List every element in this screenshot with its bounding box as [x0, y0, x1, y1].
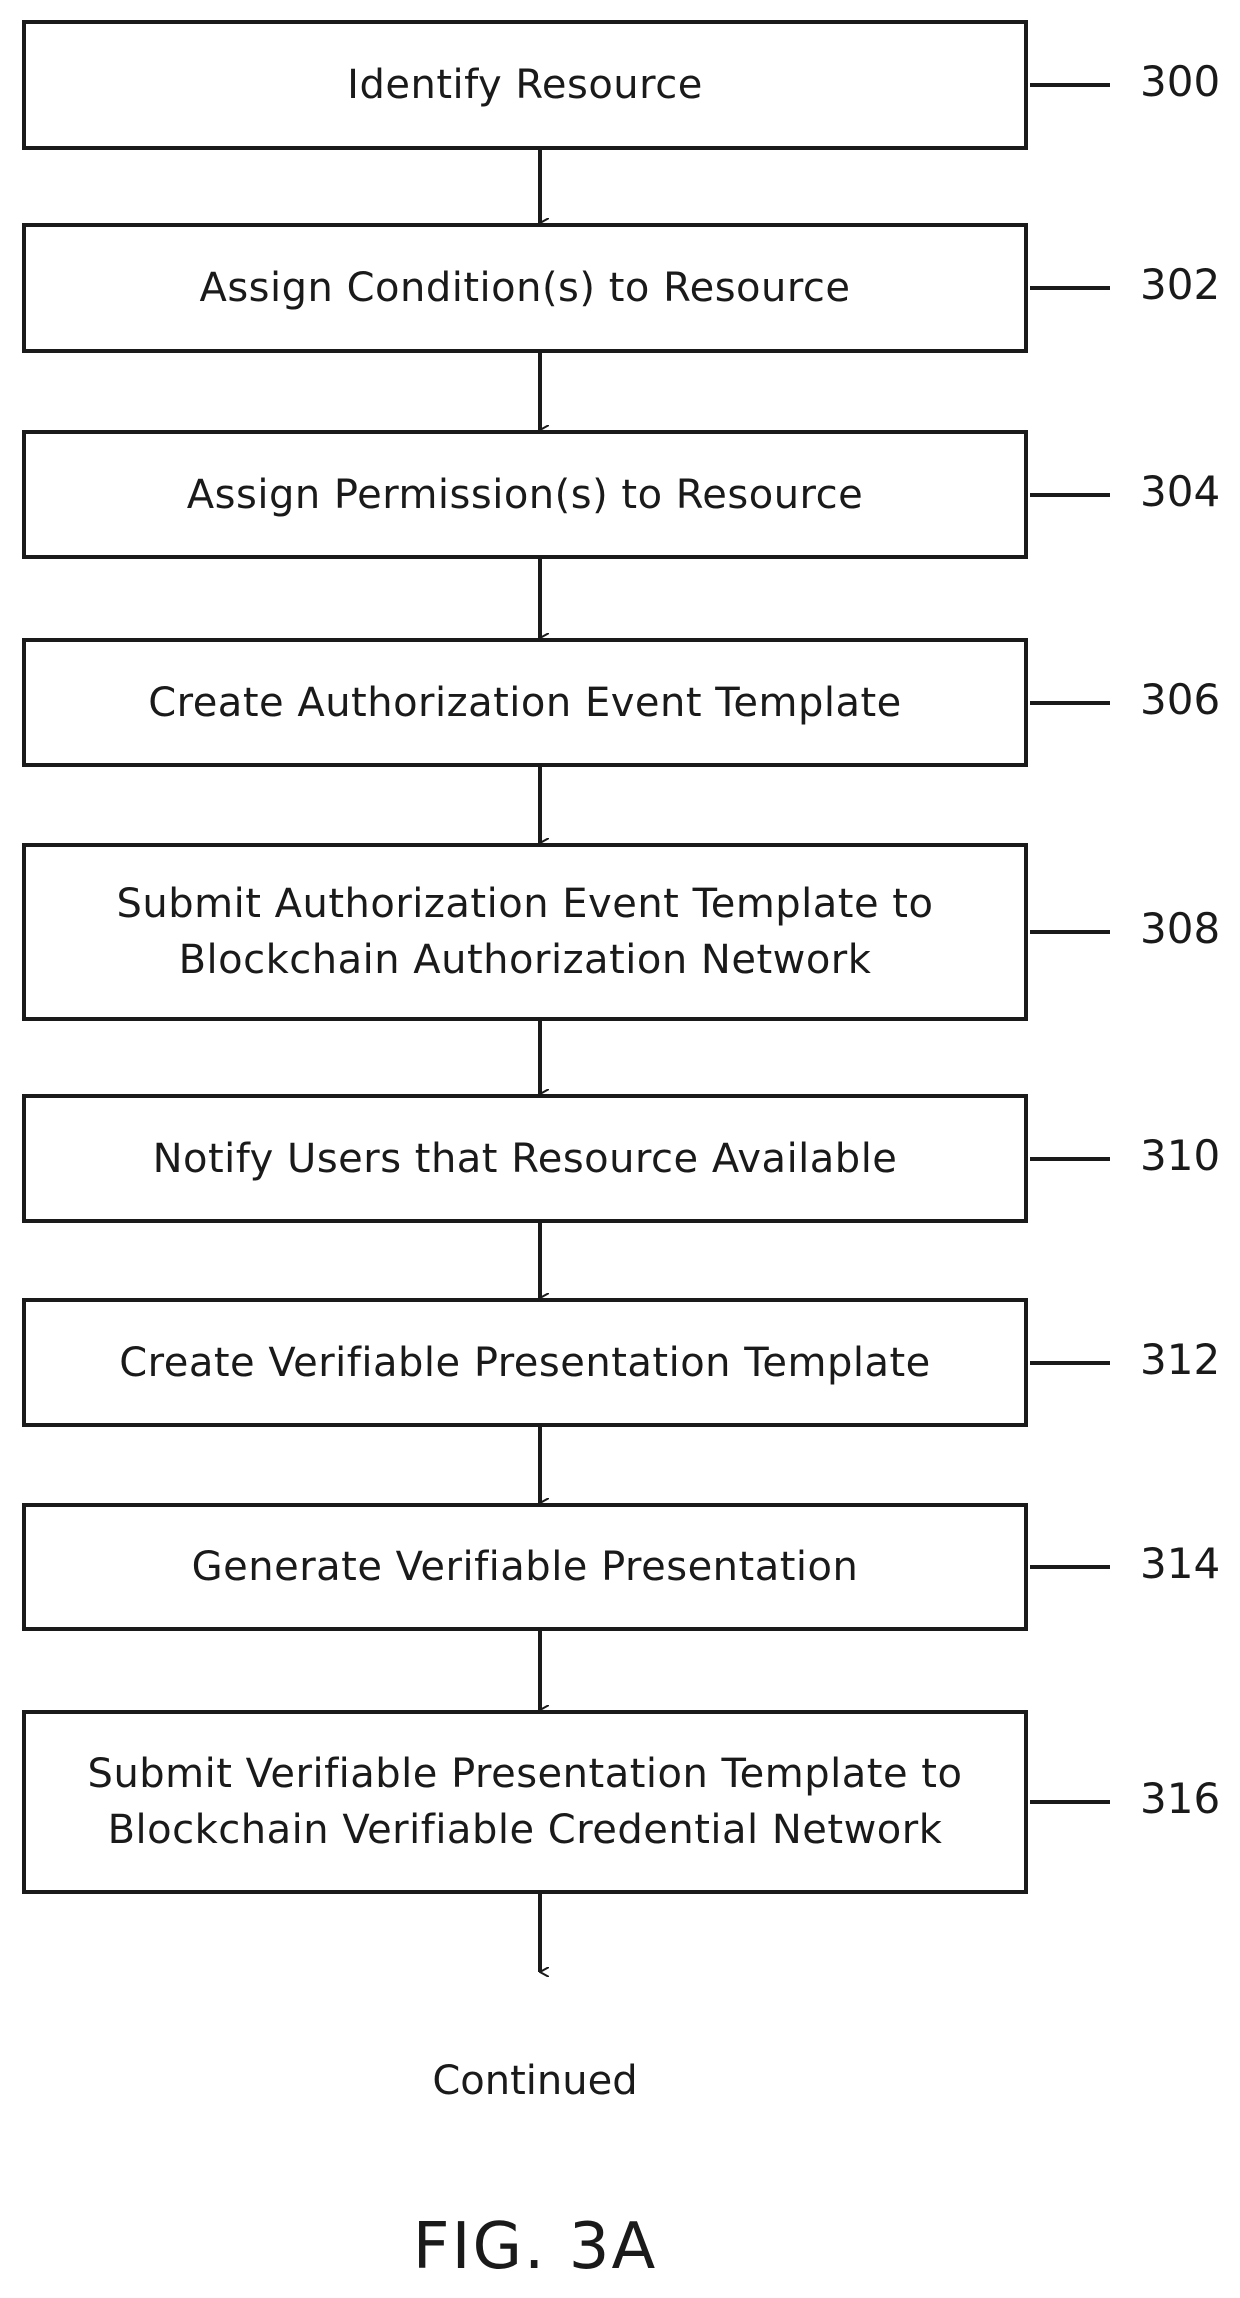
reference-number: 310 — [1140, 1130, 1221, 1180]
leader-line — [1030, 700, 1110, 705]
leader-line — [1030, 83, 1110, 87]
leader-line — [1030, 492, 1110, 497]
reference-number: 308 — [1140, 904, 1221, 953]
process-step-316: Submit Verifiable Presentation Template … — [22, 1710, 1028, 1894]
process-step-314: Generate Verifiable Presentation — [22, 1503, 1028, 1631]
step-label: Assign Condition(s) to Resource — [199, 265, 851, 311]
process-step-302: Assign Condition(s) to Resource — [22, 223, 1028, 353]
reference-number: 314 — [1140, 1539, 1221, 1588]
step-label: Create Verifiable Presentation Template — [119, 1339, 931, 1386]
leader-line — [1030, 1800, 1110, 1804]
step-label: Notify Users that Resource Available — [152, 1135, 898, 1182]
reference-number: 304 — [1140, 466, 1221, 516]
leader-line — [1030, 930, 1110, 934]
step-label: Submit Verifiable Presentation Template … — [87, 1751, 963, 1853]
step-label: Submit Authorization Event Template to B… — [116, 881, 934, 983]
leader-line — [1030, 1360, 1110, 1365]
reference-number: 300 — [1140, 57, 1221, 106]
process-step-304: Assign Permission(s) to Resource — [22, 430, 1028, 559]
reference-number: 316 — [1140, 1774, 1221, 1823]
process-step-306: Create Authorization Event Template — [22, 638, 1028, 767]
reference-number: 302 — [1140, 260, 1221, 309]
step-label: Assign Permission(s) to Resource — [186, 471, 864, 518]
reference-number: 306 — [1140, 674, 1221, 724]
process-step-310: Notify Users that Resource Available — [22, 1094, 1028, 1223]
step-label: Create Authorization Event Template — [148, 679, 902, 726]
step-label: Identify Resource — [347, 62, 703, 108]
process-step-312: Create Verifiable Presentation Template — [22, 1298, 1028, 1427]
leader-line — [1030, 1156, 1110, 1161]
process-step-300: Identify Resource — [22, 20, 1028, 150]
leader-line — [1030, 1565, 1110, 1569]
continued-label: Continued — [432, 2058, 638, 2104]
reference-number: 312 — [1140, 1334, 1221, 1384]
leader-line — [1030, 286, 1110, 290]
figure-label: FIG. 3A — [412, 2210, 658, 2284]
step-label: Generate Verifiable Presentation — [191, 1544, 859, 1590]
process-step-308: Submit Authorization Event Template to B… — [22, 843, 1028, 1021]
